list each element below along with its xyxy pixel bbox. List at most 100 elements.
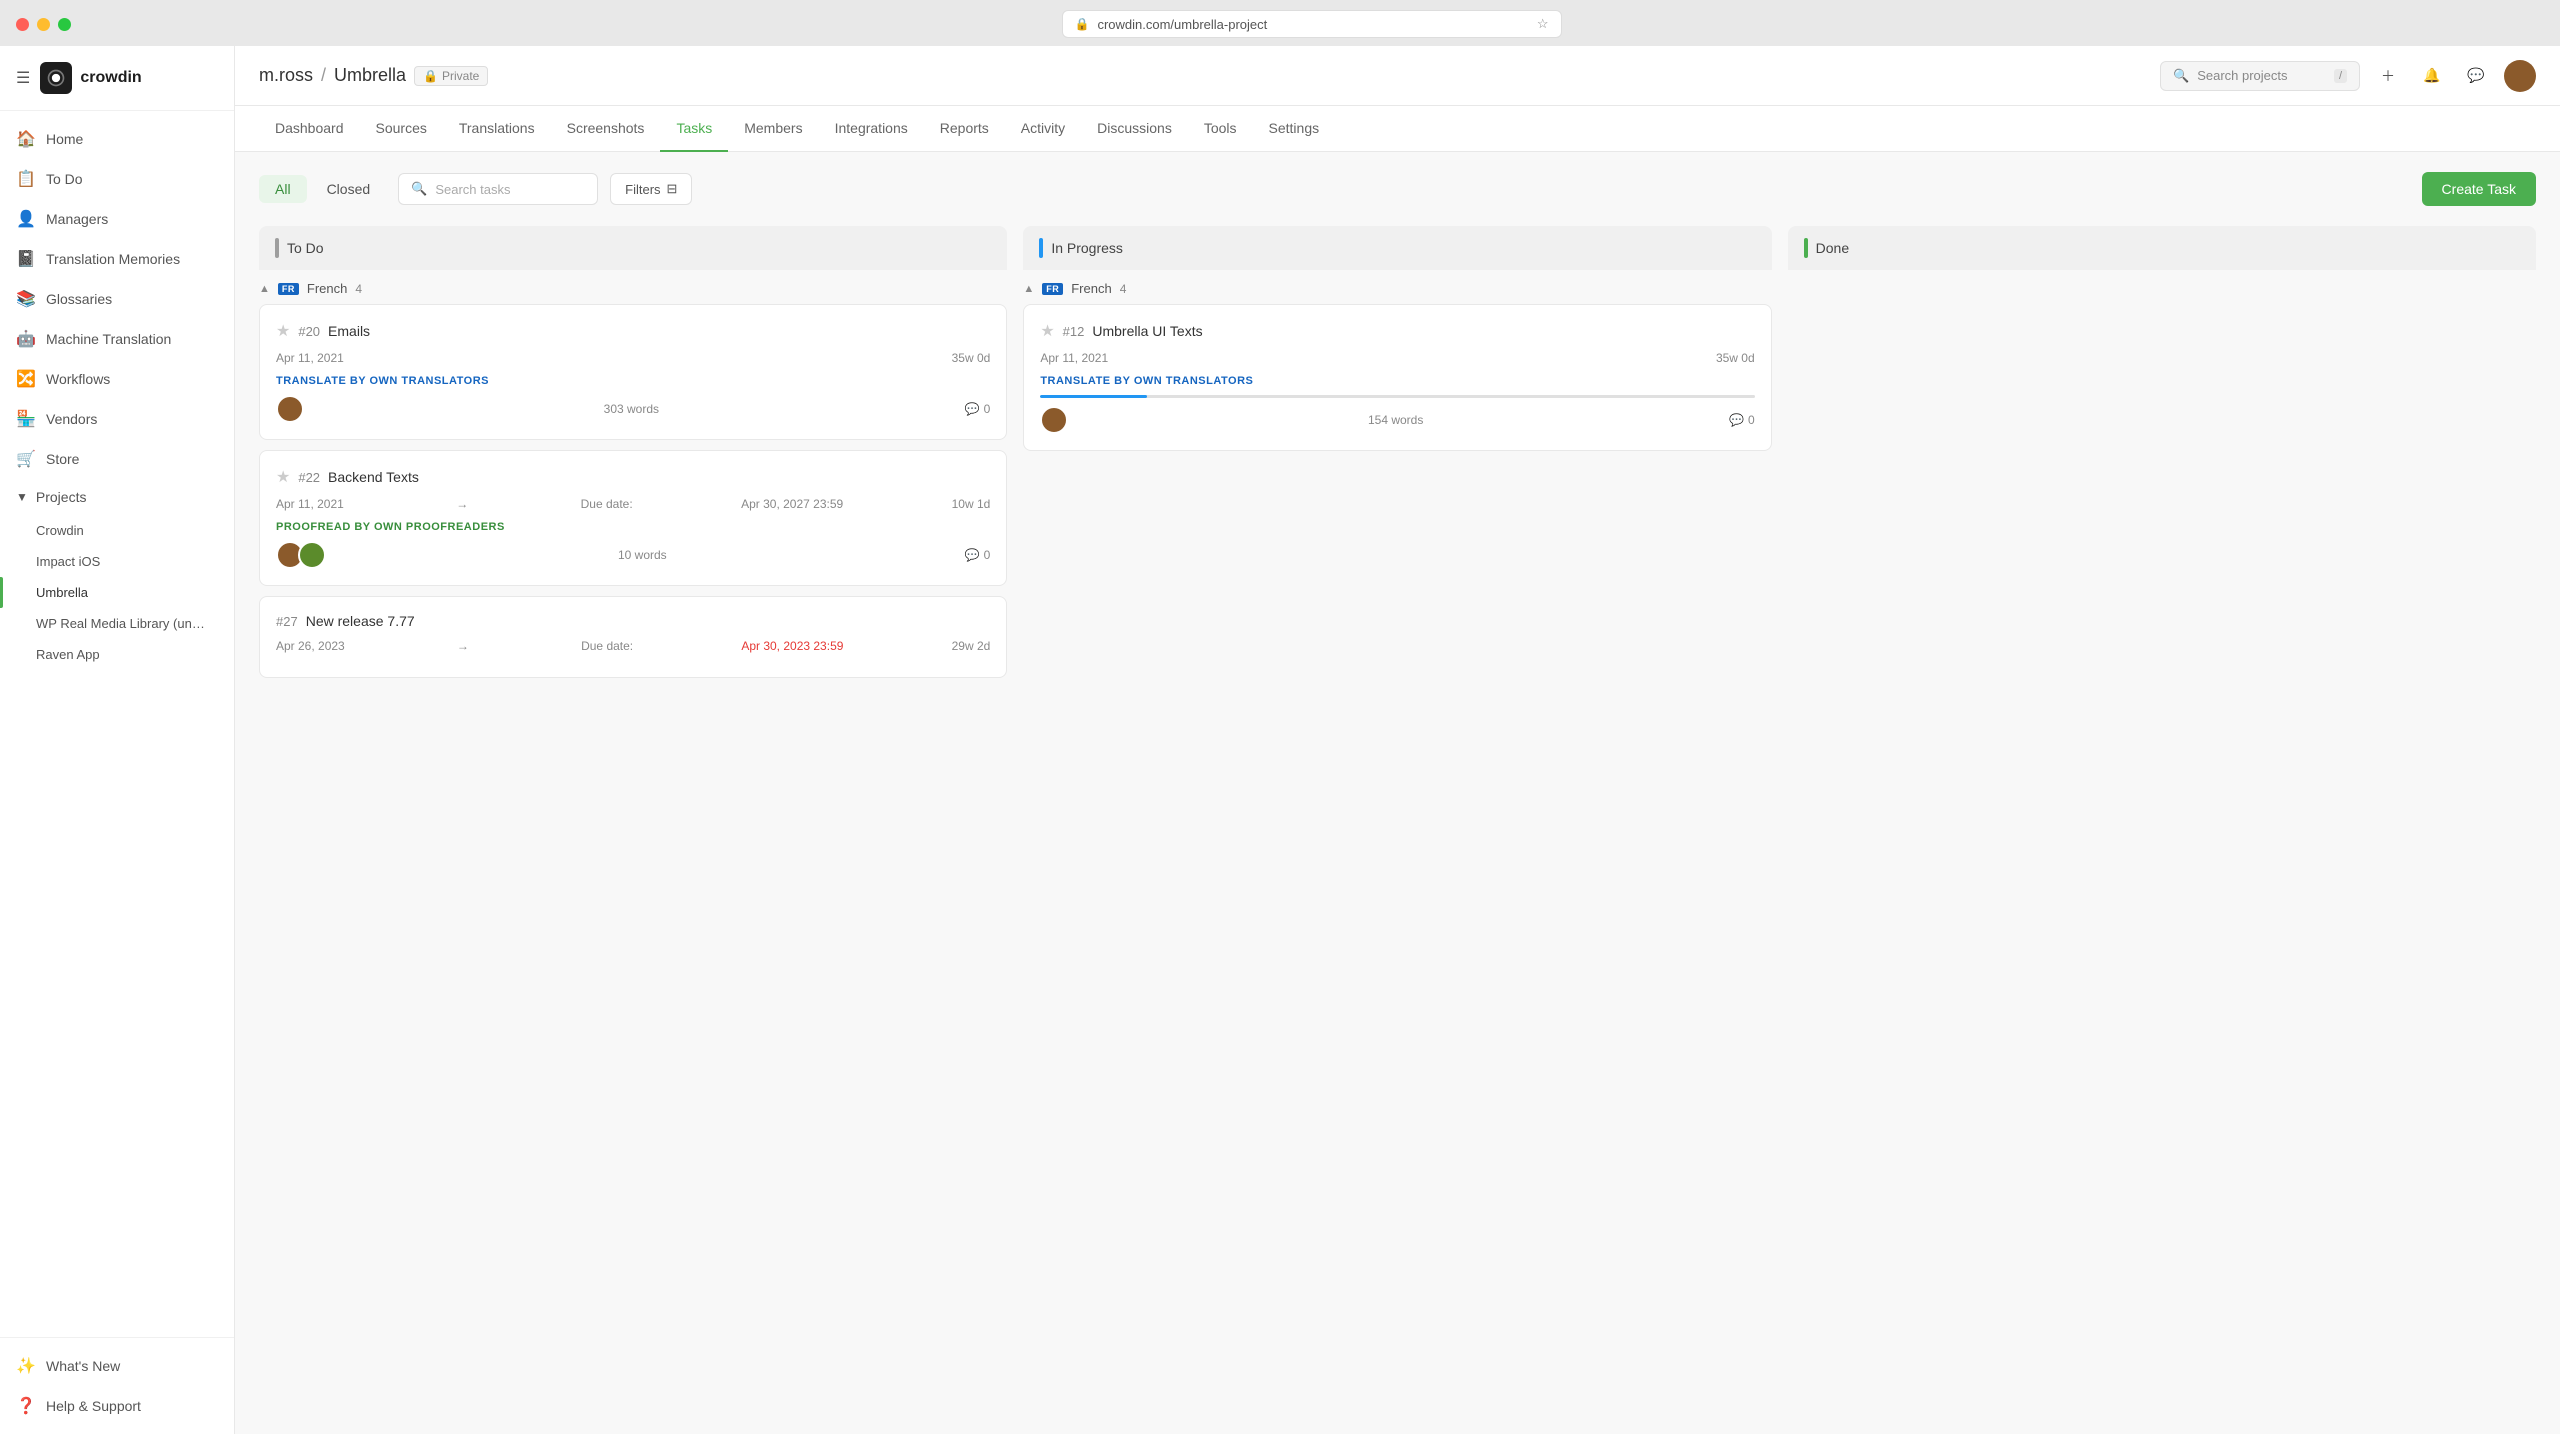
status-tab-closed[interactable]: Closed — [311, 175, 387, 203]
star-icon[interactable]: ★ — [1040, 321, 1054, 341]
search-tasks-input[interactable]: 🔍 Search tasks — [398, 173, 598, 205]
sidebar-project-crowdin[interactable]: Crowdin — [0, 515, 234, 546]
tab-tools[interactable]: Tools — [1188, 106, 1253, 152]
filters-label: Filters — [625, 182, 660, 197]
comment-number: 0 — [984, 548, 991, 562]
sidebar-item-workflows[interactable]: 🔀 Workflows — [0, 359, 234, 399]
task-duration: 10w 1d — [952, 497, 991, 511]
sidebar-item-todo[interactable]: 📋 To Do — [0, 159, 234, 199]
sidebar-project-umbrella[interactable]: Umbrella — [0, 577, 234, 608]
tab-sources[interactable]: Sources — [360, 106, 443, 152]
tab-dashboard[interactable]: Dashboard — [259, 106, 360, 152]
task-date: Apr 11, 2021 — [276, 351, 344, 365]
minimize-button[interactable] — [37, 18, 50, 31]
task-footer: 303 words 💬 0 — [276, 395, 990, 423]
task-date: Apr 11, 2021 — [1040, 351, 1108, 365]
due-date-value: Apr 30, 2027 23:59 — [741, 497, 843, 511]
sidebar-item-help-support[interactable]: ❓ Help & Support — [0, 1386, 234, 1426]
tab-settings[interactable]: Settings — [1253, 106, 1336, 152]
projects-label: Projects — [36, 489, 87, 505]
tab-members[interactable]: Members — [728, 106, 818, 152]
translation-memories-icon: 📓 — [16, 249, 36, 269]
task-avatars — [276, 541, 320, 569]
star-icon[interactable]: ★ — [276, 321, 290, 341]
create-task-button[interactable]: Create Task — [2422, 172, 2536, 206]
task-card-umbrella-ui[interactable]: ★ #12 Umbrella UI Texts Apr 11, 2021 35w… — [1023, 304, 1771, 451]
menu-toggle-button[interactable]: ☰ — [16, 68, 30, 88]
status-tab-all[interactable]: All — [259, 175, 307, 203]
arrow-icon: → — [456, 497, 468, 511]
app-layout: ☰ crowdin 🏠 Home 📋 To Do — [0, 46, 2560, 1434]
task-id: #20 — [298, 324, 320, 339]
search-projects-input[interactable]: 🔍 Search projects / — [2160, 61, 2360, 91]
close-button[interactable] — [16, 18, 29, 31]
language-name: French — [307, 281, 347, 296]
task-date: Apr 11, 2021 — [276, 497, 344, 511]
sidebar-item-managers[interactable]: 👤 Managers — [0, 199, 234, 239]
sidebar-project-wp-media[interactable]: WP Real Media Library (un… — [0, 608, 234, 639]
language-group-header[interactable]: ▲ FR French 4 — [259, 271, 1007, 304]
browser-controls: 🔒 crowdin.com/umbrella-project ☆ — [16, 10, 2544, 38]
sidebar-item-label: Vendors — [46, 411, 97, 427]
sidebar-item-store[interactable]: 🛒 Store — [0, 439, 234, 479]
sidebar-project-impact-ios[interactable]: Impact iOS — [0, 546, 234, 577]
title-separator: / — [321, 65, 326, 86]
tab-nav: Dashboard Sources Translations Screensho… — [235, 106, 2560, 152]
project-name: Umbrella — [36, 585, 88, 600]
comment-number: 0 — [984, 402, 991, 416]
whats-new-icon: ✨ — [16, 1356, 36, 1376]
tab-tasks[interactable]: Tasks — [660, 106, 728, 152]
column-inprogress-header: In Progress — [1023, 226, 1771, 270]
user-avatar[interactable] — [2504, 60, 2536, 92]
task-word-count: 154 words — [1368, 413, 1423, 427]
task-avatars — [276, 395, 298, 423]
column-todo-header: To Do — [259, 226, 1007, 270]
bookmark-icon[interactable]: ☆ — [1537, 16, 1549, 32]
sidebar-item-glossaries[interactable]: 📚 Glossaries — [0, 279, 234, 319]
projects-section-header[interactable]: ▼ Projects — [0, 479, 234, 515]
filters-row: All Closed 🔍 Search tasks Filters ⊟ Crea… — [259, 172, 2536, 206]
comment-icon: 💬 — [965, 402, 980, 416]
language-group-header-inprogress[interactable]: ▲ FR French 4 — [1023, 271, 1771, 304]
comment-count: 💬 0 — [965, 548, 991, 562]
notifications-button[interactable]: 🔔 — [2416, 60, 2448, 92]
sidebar-item-home[interactable]: 🏠 Home — [0, 119, 234, 159]
lock-icon: 🔒 — [1075, 17, 1090, 31]
privacy-label: Private — [442, 69, 479, 83]
sidebar-item-vendors[interactable]: 🏪 Vendors — [0, 399, 234, 439]
sidebar-project-raven[interactable]: Raven App — [0, 639, 234, 670]
language-group-french: ▲ FR French 4 ★ #20 Emails — [259, 271, 1007, 678]
brand-logo[interactable]: crowdin — [40, 62, 141, 94]
task-card-backend-texts[interactable]: ★ #22 Backend Texts Apr 11, 2021 → Due d… — [259, 450, 1007, 586]
column-todo: To Do ▲ FR French 4 ★ — [259, 226, 1007, 690]
tab-reports[interactable]: Reports — [924, 106, 1005, 152]
maximize-button[interactable] — [58, 18, 71, 31]
sidebar-item-translation-memories[interactable]: 📓 Translation Memories — [0, 239, 234, 279]
sidebar-item-whats-new[interactable]: ✨ What's New — [0, 1346, 234, 1386]
star-icon[interactable]: ★ — [276, 467, 290, 487]
address-bar[interactable]: 🔒 crowdin.com/umbrella-project ☆ — [1062, 10, 1562, 38]
task-card-emails[interactable]: ★ #20 Emails Apr 11, 2021 35w 0d TRANSLA… — [259, 304, 1007, 440]
tab-translations[interactable]: Translations — [443, 106, 551, 152]
task-card-header: ★ #22 Backend Texts — [276, 467, 990, 487]
task-id: #27 — [276, 614, 298, 629]
filters-button[interactable]: Filters ⊟ — [610, 173, 692, 205]
sidebar-header: ☰ crowdin — [0, 46, 234, 111]
status-tabs: All Closed — [259, 175, 386, 203]
tab-screenshots[interactable]: Screenshots — [551, 106, 661, 152]
browser-chrome: 🔒 crowdin.com/umbrella-project ☆ — [0, 0, 2560, 46]
arrow-icon: → — [457, 639, 469, 653]
task-duration: 35w 0d — [1716, 351, 1755, 365]
language-count: 4 — [1120, 282, 1127, 296]
lock-icon: 🔒 — [423, 69, 438, 83]
task-card-new-release[interactable]: #27 New release 7.77 Apr 26, 2023 → Due … — [259, 596, 1007, 678]
kanban-board: To Do ▲ FR French 4 ★ — [259, 226, 2536, 690]
tab-activity[interactable]: Activity — [1005, 106, 1081, 152]
chat-button[interactable]: 💬 — [2460, 60, 2492, 92]
sidebar-item-machine-translation[interactable]: 🤖 Machine Translation — [0, 319, 234, 359]
add-button[interactable]: ＋ — [2372, 60, 2404, 92]
crowdin-logo-svg — [46, 68, 66, 88]
language-flag: FR — [1042, 283, 1063, 295]
tab-integrations[interactable]: Integrations — [819, 106, 924, 152]
tab-discussions[interactable]: Discussions — [1081, 106, 1188, 152]
